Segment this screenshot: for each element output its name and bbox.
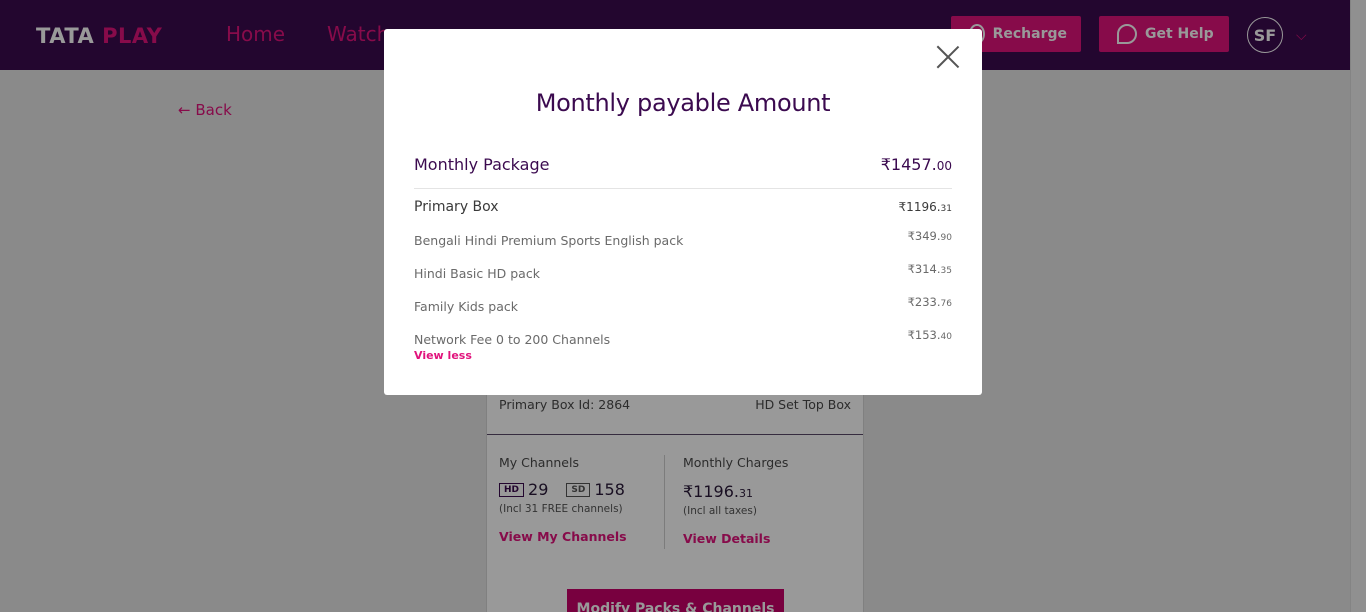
close-icon[interactable] — [936, 45, 960, 69]
pack-amount: ₹153.40 — [908, 328, 952, 342]
pack-int: ₹314. — [907, 262, 941, 276]
pack-name: Network Fee 0 to 200 Channels — [414, 332, 611, 347]
modal-title: Monthly payable Amount — [535, 89, 831, 117]
payable-amount-modal: Monthly payable Amount Monthly Package ₹… — [384, 29, 982, 395]
package-label: Monthly Package — [414, 155, 550, 174]
package-dec: 00 — [936, 159, 952, 173]
monthly-package-row: Monthly Package ₹1457.00 — [414, 155, 952, 174]
primary-int: ₹1196. — [898, 200, 941, 214]
pack-amount: ₹233.76 — [908, 295, 952, 309]
pack-name: Family Kids pack — [414, 299, 518, 314]
view-less-link[interactable]: View less — [414, 349, 472, 362]
package-int: ₹1457. — [880, 155, 937, 174]
pack-row: Family Kids pack ₹233.76 — [414, 295, 952, 314]
pack-dec: 90 — [940, 233, 952, 243]
pack-int: ₹153. — [907, 328, 941, 342]
pack-name: Hindi Basic HD pack — [414, 266, 540, 281]
primary-dec: 31 — [940, 204, 952, 214]
pack-row: Bengali Hindi Premium Sports English pac… — [414, 229, 952, 248]
pack-dec: 40 — [940, 332, 952, 342]
pack-amount: ₹349.90 — [908, 229, 952, 243]
package-amount: ₹1457.00 — [881, 155, 952, 174]
primary-amount: ₹1196.31 — [899, 200, 952, 214]
pack-dec: 35 — [940, 266, 952, 276]
primary-box-row: Primary Box ₹1196.31 — [414, 199, 952, 215]
pack-name: Bengali Hindi Premium Sports English pac… — [414, 233, 684, 248]
modal-divider — [414, 188, 952, 189]
pack-row: Hindi Basic HD pack ₹314.35 — [414, 262, 952, 281]
pack-row: Network Fee 0 to 200 Channels ₹153.40 — [414, 328, 952, 347]
pack-int: ₹349. — [907, 229, 941, 243]
pack-dec: 76 — [940, 299, 952, 309]
primary-label: Primary Box — [414, 199, 499, 215]
pack-amount: ₹314.35 — [908, 262, 952, 276]
pack-int: ₹233. — [907, 295, 941, 309]
